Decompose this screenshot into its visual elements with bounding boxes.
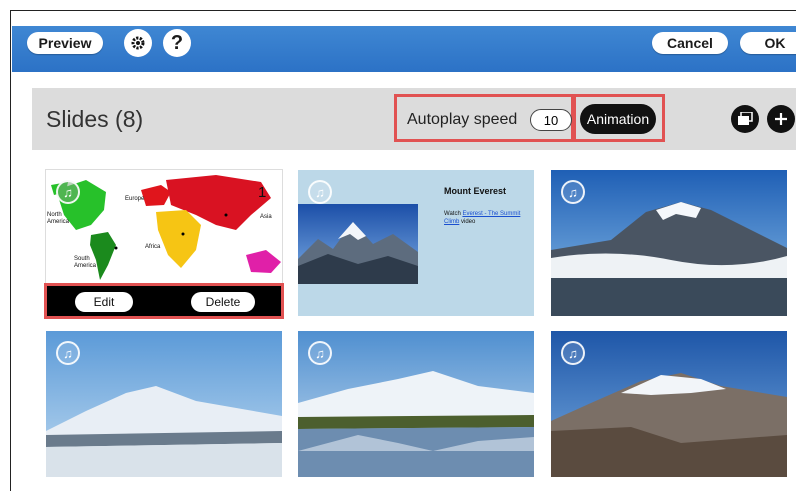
slide-tile-5[interactable]: ♫ [298, 331, 534, 477]
music-icon[interactable]: ♫ [56, 180, 80, 204]
gear-icon[interactable] [124, 29, 152, 57]
slide-edit-bar: Edit Delete [44, 283, 284, 319]
autoplay-speed-input[interactable]: 10 [530, 109, 572, 131]
map-label-north-america: North America [47, 212, 70, 225]
autoplay-label: Autoplay speed [407, 111, 518, 128]
delete-button[interactable]: Delete [191, 292, 255, 312]
music-icon[interactable]: ♫ [561, 180, 585, 204]
slide-body-text: Watch Everest - The Summit Climb video [444, 211, 521, 225]
slide-tile-1[interactable]: ♫ 1 Europe North America Asia Africa Sou… [46, 170, 282, 284]
music-icon[interactable]: ♫ [308, 180, 332, 204]
preview-button[interactable]: Preview [27, 32, 103, 54]
ok-button[interactable]: OK [740, 32, 796, 54]
map-label-africa: Africa [145, 244, 161, 250]
edit-button[interactable]: Edit [75, 292, 133, 312]
music-icon[interactable]: ♫ [308, 341, 332, 365]
slide-tile-2[interactable]: ♫ Mount Everest Watch Everest - The Summ… [298, 170, 534, 316]
cancel-button[interactable]: Cancel [652, 32, 728, 54]
music-icon[interactable]: ♫ [561, 341, 585, 365]
music-icon[interactable]: ♫ [56, 341, 80, 365]
slide-number: 1 [258, 184, 267, 201]
map-label-south-america: South America [74, 256, 97, 269]
map-label-asia: Asia [260, 214, 272, 220]
map-label-europe: Europe [125, 196, 145, 202]
plus-icon[interactable] [767, 105, 795, 133]
animation-button[interactable]: Animation [580, 104, 656, 134]
slide-tile-4[interactable]: ♫ [46, 331, 282, 477]
page-title: Slides (8) [46, 106, 144, 132]
slide-tile-3[interactable]: ♫ [551, 170, 787, 316]
slide-tile-6[interactable]: ♫ [551, 331, 787, 477]
slides-stack-icon[interactable] [731, 105, 759, 133]
help-icon[interactable]: ? [163, 29, 191, 57]
slide-heading: Mount Everest [444, 186, 507, 196]
